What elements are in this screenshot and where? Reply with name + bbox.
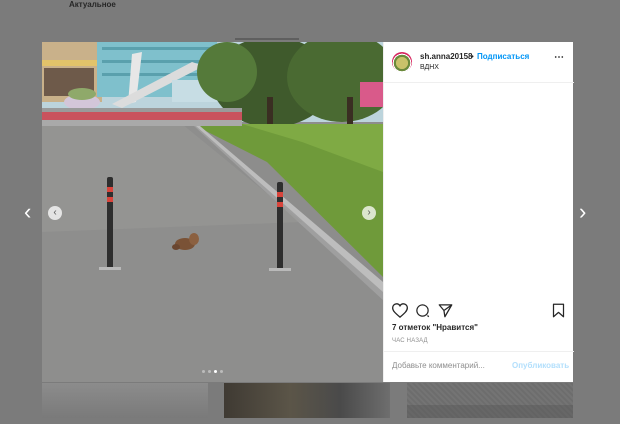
more-options-icon[interactable]: ⋯ <box>554 52 565 63</box>
post-modal: ‹ › sh.anna20158 • Подписаться ВДНХ ⋯ 7 … <box>42 42 574 382</box>
post-photo[interactable]: ‹ › <box>42 42 383 382</box>
carousel-dot <box>220 370 223 373</box>
next-post-arrow-icon[interactable]: › <box>579 201 586 223</box>
comment-icon[interactable] <box>415 303 430 318</box>
likes-count[interactable]: 7 отметок "Нравится" <box>392 323 478 332</box>
grid-thumbnail[interactable] <box>42 383 208 418</box>
action-bar <box>384 300 574 322</box>
location-link[interactable]: ВДНХ <box>420 64 439 71</box>
publish-button[interactable]: Опубликовать <box>512 361 569 370</box>
background-divider <box>235 38 299 40</box>
carousel-dot <box>208 370 211 373</box>
post-side-panel: sh.anna20158 • Подписаться ВДНХ ⋯ 7 отме… <box>383 42 574 382</box>
grid-thumbnail[interactable] <box>224 383 390 418</box>
photo-previous-icon[interactable]: ‹ <box>48 206 62 220</box>
photo-illustration <box>42 42 383 382</box>
photo-next-icon[interactable]: › <box>362 206 376 220</box>
post-timestamp[interactable]: ЧАС НАЗАД <box>392 338 428 344</box>
comment-input[interactable] <box>392 361 512 370</box>
header-separator: • <box>471 52 474 61</box>
username-link[interactable]: sh.anna20158 <box>420 52 472 61</box>
highlights-heading: Актуальное <box>69 0 116 9</box>
carousel-indicator <box>202 370 223 373</box>
share-icon[interactable] <box>438 303 453 318</box>
carousel-dot <box>214 370 217 373</box>
like-heart-icon[interactable] <box>392 303 408 318</box>
previous-post-arrow-icon[interactable]: ‹ <box>24 201 31 223</box>
bookmark-icon[interactable] <box>552 303 565 318</box>
grid-thumbnail-shade <box>407 405 573 418</box>
comment-form: Опубликовать <box>384 351 574 383</box>
post-header: sh.anna20158 • Подписаться ВДНХ ⋯ <box>384 42 574 83</box>
avatar[interactable] <box>392 52 412 72</box>
carousel-dot <box>202 370 205 373</box>
follow-button[interactable]: Подписаться <box>477 52 529 61</box>
